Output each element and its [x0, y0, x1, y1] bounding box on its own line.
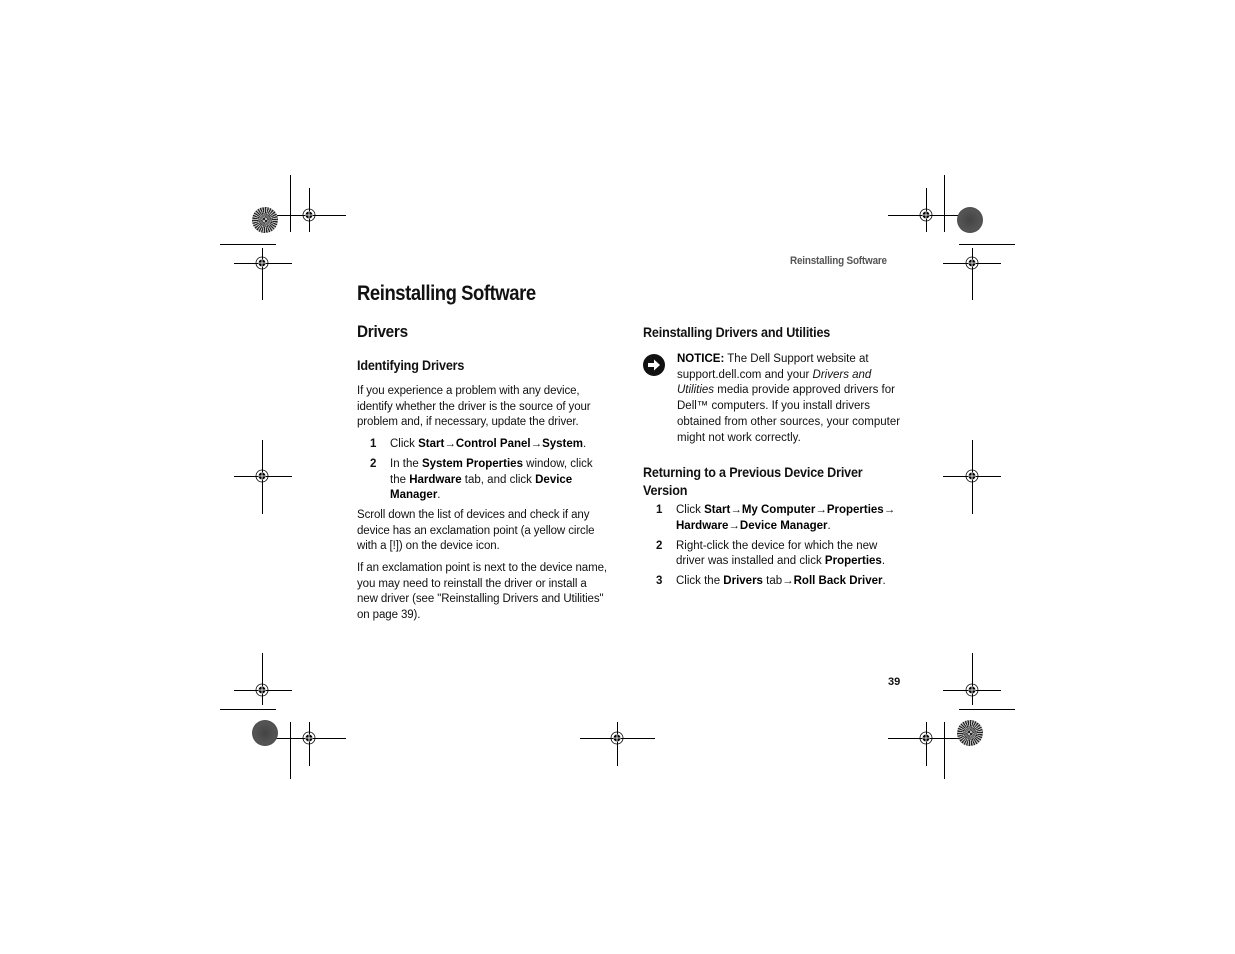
- ui-term: Hardware: [676, 519, 729, 532]
- crop-line: [959, 709, 1015, 710]
- subsection-heading-previous-driver: Returning to a Previous Device Driver Ve…: [643, 464, 863, 499]
- star-target-icon: [252, 720, 278, 746]
- star-target-icon: [252, 207, 278, 233]
- text-run: Click: [676, 504, 705, 517]
- step-text: Click Start→My Computer→Properties→ Hard…: [676, 504, 895, 532]
- left-column: Drivers Identifying Drivers If you exper…: [357, 322, 607, 624]
- registration-target-icon: [919, 731, 933, 745]
- intro-paragraph: If you experience a problem with any dev…: [357, 385, 591, 429]
- section-heading-reinstalling-drivers: Reinstalling Drivers and Utilities: [643, 324, 831, 340]
- text-run: .: [882, 575, 886, 588]
- crop-line: [959, 244, 1015, 245]
- right-column: Reinstalling Drivers and Utilities NOTIC…: [643, 324, 905, 594]
- crop-line: [220, 709, 276, 710]
- paragraph-exclamation: If an exclamation point is next to the d…: [357, 562, 607, 622]
- text-run: Click the: [676, 575, 724, 588]
- ui-term: Hardware: [409, 473, 462, 486]
- crop-line: [262, 653, 263, 705]
- step-number: 2: [370, 457, 377, 470]
- text-run: In the: [390, 457, 422, 470]
- text-run: tab, and click: [461, 473, 536, 486]
- text-run: →: [782, 575, 794, 588]
- ui-term: Device Manager: [739, 519, 828, 532]
- step-number: 3: [656, 575, 663, 588]
- step-item: 1 Click Start→Control Panel→System.: [357, 437, 607, 453]
- text-run: →: [730, 504, 742, 517]
- ui-term: Roll Back Driver: [793, 575, 883, 588]
- crop-line: [972, 653, 973, 705]
- steps-list: 1 Click Start→Control Panel→System. 2 In…: [357, 437, 607, 504]
- crop-line: [290, 175, 291, 232]
- subsection-heading-identifying-drivers: Identifying Drivers: [357, 357, 465, 373]
- text-run: →: [530, 438, 543, 451]
- text-run: .: [437, 489, 441, 502]
- step-number: 1: [656, 504, 663, 517]
- step-number: 1: [370, 438, 377, 451]
- ui-term: Drivers: [723, 575, 763, 588]
- registration-target-icon: [302, 731, 316, 745]
- ui-term: Properties: [826, 504, 884, 517]
- crop-line: [944, 722, 945, 779]
- registration-target-icon: [302, 208, 316, 222]
- ui-term: System Properties: [421, 457, 523, 470]
- page-title: Reinstalling Software: [357, 282, 536, 305]
- text-run: .: [881, 555, 886, 568]
- running-header: Reinstalling Software: [790, 255, 887, 267]
- ui-term: Start: [418, 438, 445, 451]
- ui-term: Control Panel: [455, 438, 531, 451]
- ui-term: System: [542, 438, 584, 451]
- step-number: 2: [656, 539, 663, 552]
- step-text: Right-click the device for which the new…: [676, 540, 885, 568]
- step-item: 3 Click the Drivers tab→Roll Back Driver…: [643, 574, 905, 590]
- step-item: 2 Right-click the device for which the n…: [643, 539, 905, 570]
- text-run: Click: [390, 438, 419, 451]
- notice-arrow-icon: [643, 354, 665, 376]
- section-heading-drivers: Drivers: [357, 322, 408, 341]
- text-run: .: [583, 438, 587, 451]
- ui-term: NOTICE:: [677, 353, 725, 365]
- star-target-icon: [957, 720, 983, 746]
- registration-target-icon: [965, 256, 979, 270]
- registration-target-icon: [919, 208, 933, 222]
- step-item: 1 Click Start→My Computer→Properties→ Ha…: [643, 503, 905, 534]
- registration-target-icon: [610, 731, 624, 745]
- text-run: →: [444, 438, 456, 451]
- registration-target-icon: [965, 683, 979, 697]
- step-text: In the System Properties window, click t…: [390, 458, 593, 501]
- ui-term: Start: [704, 504, 731, 517]
- text-run: .: [827, 519, 831, 532]
- steps-list: 1 Click Start→My Computer→Properties→ Ha…: [643, 503, 905, 590]
- notice-text: NOTICE: The Dell Support website at supp…: [643, 352, 905, 446]
- crop-line: [220, 244, 276, 245]
- text-run: →: [815, 504, 827, 517]
- page-number: 39: [888, 676, 901, 688]
- registration-target-icon: [255, 469, 269, 483]
- ui-term: My Computer: [741, 504, 816, 517]
- crop-line: [944, 175, 945, 232]
- paragraph-scroll-devices: Scroll down the list of devices and chec…: [357, 508, 595, 553]
- text-run: →: [883, 504, 896, 517]
- notice-block: NOTICE: The Dell Support website at supp…: [643, 352, 905, 446]
- step-text: Click the Drivers tab→Roll Back Driver.: [676, 575, 886, 587]
- registration-target-icon: [965, 469, 979, 483]
- ui-term: Properties: [824, 555, 882, 568]
- registration-target-icon: [255, 683, 269, 697]
- step-text: Click Start→Control Panel→System.: [390, 438, 586, 450]
- crop-line: [290, 722, 291, 779]
- step-item: 2 In the System Properties window, click…: [357, 457, 607, 504]
- star-target-icon: [957, 207, 983, 233]
- registration-target-icon: [255, 256, 269, 270]
- text-run: →: [728, 519, 740, 532]
- text-run: tab: [762, 575, 783, 588]
